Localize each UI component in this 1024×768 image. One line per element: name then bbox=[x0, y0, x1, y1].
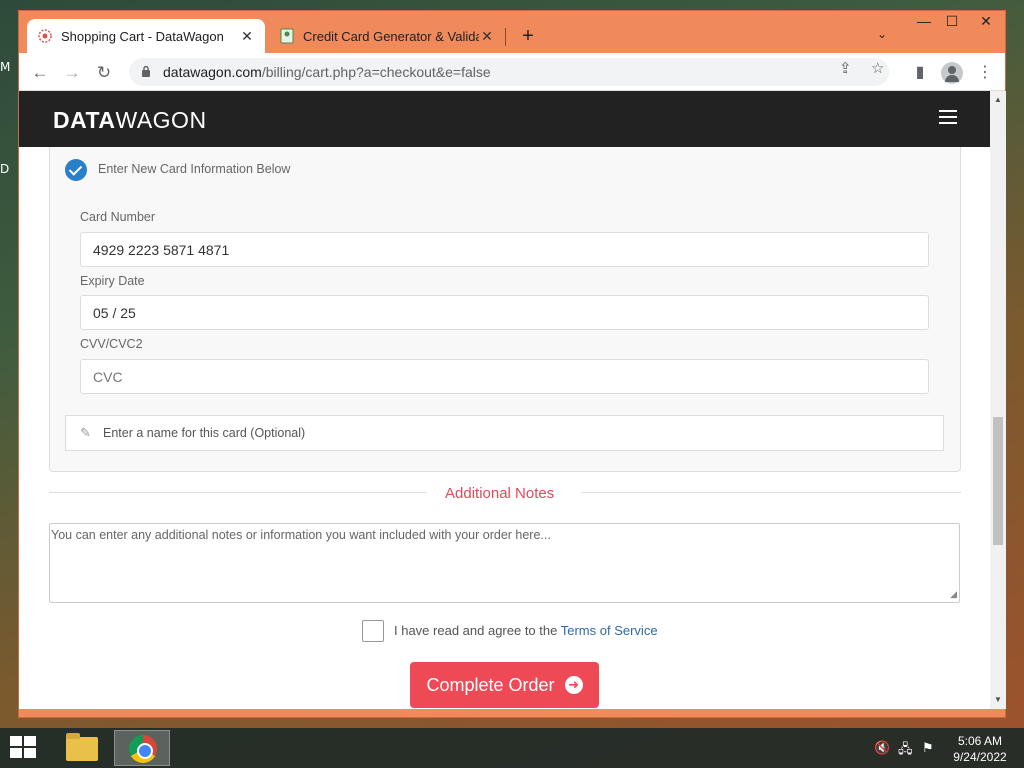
page-scrollbar[interactable]: ▲ ▼ bbox=[990, 91, 1006, 709]
site-header: DATAWAGON bbox=[19, 91, 990, 147]
clock-date: 9/24/2022 bbox=[953, 750, 1007, 764]
arrow-right-circle-icon: ➜ bbox=[564, 676, 583, 694]
reload-icon[interactable]: ↻ bbox=[93, 62, 115, 84]
tab-strip: Shopping Cart - DataWagon ✕ Credit Card … bbox=[19, 11, 1005, 53]
volume-muted-icon[interactable]: 🔇 bbox=[874, 740, 890, 756]
additional-notes-heading: Additional Notes bbox=[445, 485, 555, 502]
menu-kebab-icon[interactable]: ⋮ bbox=[974, 62, 996, 82]
cvv-label: CVV/CVC2 bbox=[80, 337, 143, 351]
new-card-option-label[interactable]: Enter New Card Information Below bbox=[98, 162, 290, 176]
windows-taskbar: 🔇 🖧 ⚑ 5:06 AM 9/24/2022 bbox=[0, 728, 1024, 768]
tab-title: Credit Card Generator & Validator bbox=[303, 28, 479, 44]
chrome-taskbar-button[interactable] bbox=[114, 730, 170, 766]
pencil-icon: ✎ bbox=[80, 425, 91, 440]
card-generator-favicon-icon bbox=[279, 28, 295, 44]
tos-label: I have read and agree to the Terms of Se… bbox=[394, 623, 658, 638]
forward-arrow-icon[interactable]: → bbox=[61, 62, 83, 84]
card-number-input[interactable]: 4929 2223 5871 4871 bbox=[80, 232, 929, 267]
tab-separator bbox=[505, 28, 506, 46]
url-text: datawagon.com/billing/cart.php?a=checkou… bbox=[163, 64, 491, 80]
lock-icon bbox=[141, 65, 153, 80]
bookmark-star-icon[interactable]: ☆ bbox=[871, 59, 884, 77]
desktop-icon-label-m: M bbox=[0, 60, 11, 74]
close-tab-icon[interactable]: ✕ bbox=[479, 28, 495, 45]
chevron-down-icon[interactable]: ⌄ bbox=[877, 27, 887, 41]
notes-placeholder: You can enter any additional notes or in… bbox=[51, 528, 551, 542]
back-arrow-icon[interactable]: ← bbox=[29, 62, 51, 84]
clock-time: 5:06 AM bbox=[957, 734, 1003, 748]
side-panel-icon[interactable]: ▮ bbox=[909, 62, 931, 82]
complete-order-label: Complete Order bbox=[426, 674, 555, 695]
action-center-flag-icon[interactable]: ⚑ bbox=[922, 740, 934, 756]
checkmark-radio-icon[interactable] bbox=[65, 159, 87, 181]
close-tab-icon[interactable]: ✕ bbox=[239, 28, 255, 45]
terms-of-service-link[interactable]: Terms of Service bbox=[561, 623, 658, 638]
site-logo[interactable]: DATAWAGON bbox=[53, 107, 207, 134]
tos-checkbox[interactable] bbox=[362, 620, 384, 642]
additional-notes-textarea[interactable]: You can enter any additional notes or in… bbox=[49, 523, 960, 603]
address-bar[interactable]: datawagon.com/billing/cart.php?a=checkou… bbox=[129, 58, 889, 86]
profile-avatar-icon[interactable] bbox=[941, 62, 963, 84]
browser-window: Shopping Cart - DataWagon ✕ Credit Card … bbox=[18, 10, 1006, 718]
folder-icon bbox=[66, 733, 98, 761]
card-name-placeholder: Enter a name for this card (Optional) bbox=[103, 426, 306, 440]
tab-shopping-cart[interactable]: Shopping Cart - DataWagon ✕ bbox=[27, 19, 265, 53]
minimize-icon[interactable]: — bbox=[909, 13, 939, 29]
card-name-input[interactable]: ✎ Enter a name for this card (Optional) bbox=[65, 415, 944, 451]
divider-right bbox=[581, 492, 961, 493]
cvv-input[interactable]: CVC bbox=[80, 359, 929, 394]
file-explorer-taskbar-button[interactable] bbox=[54, 730, 110, 766]
scroll-up-icon[interactable]: ▲ bbox=[990, 95, 1006, 104]
windows-start-icon[interactable] bbox=[10, 736, 38, 760]
expiry-date-label: Expiry Date bbox=[80, 274, 145, 288]
complete-order-button[interactable]: Complete Order ➜ bbox=[410, 662, 599, 708]
card-number-label: Card Number bbox=[80, 210, 156, 224]
resize-grip-icon[interactable]: ◢ bbox=[950, 589, 957, 600]
system-clock[interactable]: 5:06 AM 9/24/2022 bbox=[944, 733, 1016, 765]
close-window-icon[interactable]: ✕ bbox=[971, 13, 1001, 30]
tab-credit-card-generator[interactable]: Credit Card Generator & Validator ✕ bbox=[269, 19, 505, 53]
new-tab-icon[interactable]: + bbox=[517, 25, 539, 48]
expiry-date-input[interactable]: 05 / 25 bbox=[80, 295, 929, 330]
browser-toolbar: ← → ↻ datawagon.com/billing/cart.php?a=c… bbox=[19, 53, 1005, 91]
chrome-icon bbox=[129, 735, 157, 763]
network-icon[interactable]: 🖧 bbox=[898, 740, 913, 762]
maximize-icon[interactable]: ☐ bbox=[937, 13, 967, 30]
page-viewport: DATAWAGON Enter New Card Information Bel… bbox=[19, 91, 990, 709]
share-icon[interactable]: ⇪ bbox=[839, 59, 852, 77]
datawagon-favicon-icon bbox=[37, 28, 53, 44]
desktop-icon-label-d: D bbox=[0, 162, 10, 176]
scroll-down-icon[interactable]: ▼ bbox=[990, 695, 1006, 704]
scrollbar-thumb[interactable] bbox=[993, 417, 1003, 545]
hamburger-menu-icon[interactable] bbox=[939, 110, 957, 124]
tab-title: Shopping Cart - DataWagon bbox=[61, 28, 224, 44]
divider-left bbox=[49, 492, 427, 493]
